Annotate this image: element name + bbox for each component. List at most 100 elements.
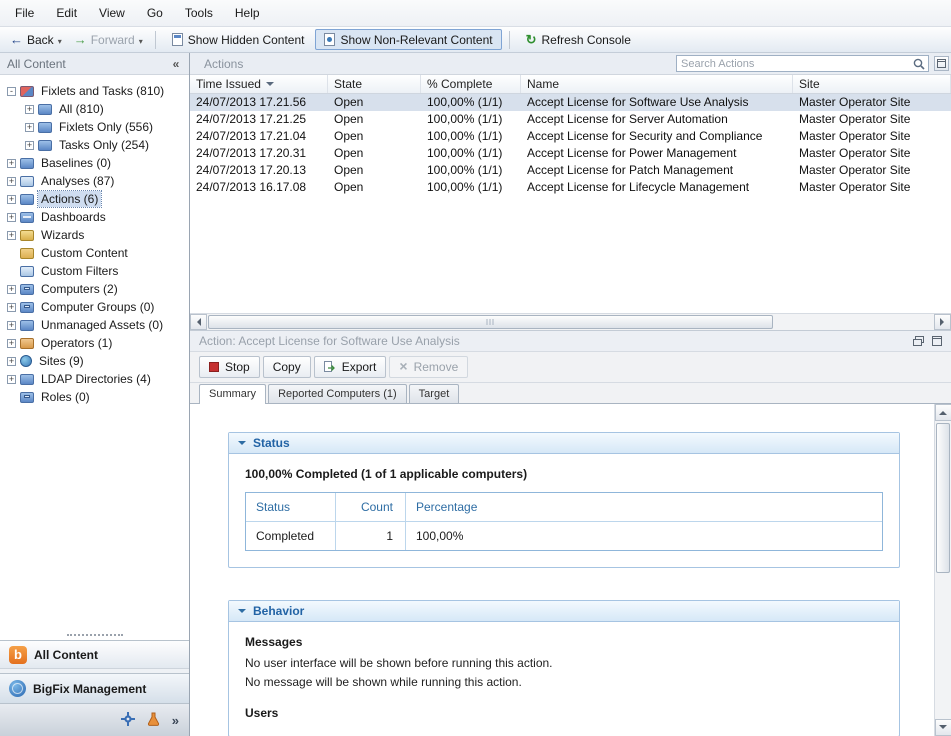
tree-item-wizards[interactable]: + Wizards — [0, 226, 189, 244]
action-row[interactable]: 24/07/2013 17.20.31 Open 100,00% (1/1) A… — [190, 145, 951, 162]
splitter-dots — [67, 634, 123, 636]
expander-icon[interactable]: + — [7, 375, 16, 384]
forward-dropdown-icon[interactable] — [139, 33, 143, 47]
menu-go[interactable]: Go — [136, 0, 174, 26]
action-row[interactable]: 24/07/2013 17.21.25 Open 100,00% (1/1) A… — [190, 111, 951, 128]
nav-all-content-button[interactable]: b All Content — [0, 640, 189, 668]
action-row[interactable]: 24/07/2013 17.20.13 Open 100,00% (1/1) A… — [190, 162, 951, 179]
tree-item-actions[interactable]: + Actions (6) — [0, 190, 189, 208]
column-label: Name — [527, 77, 559, 91]
tree-item-computers[interactable]: + Computers (2) — [0, 280, 189, 298]
action-row[interactable]: 24/07/2013 16.17.08 Open 100,00% (1/1) A… — [190, 179, 951, 196]
percentage-col-header: Percentage — [406, 493, 882, 522]
collapse-sidebar-button[interactable] — [167, 57, 185, 71]
custom-filters-icon — [20, 266, 34, 277]
expander-icon[interactable]: + — [7, 321, 16, 330]
refresh-console-button[interactable]: ↻ Refresh Console — [517, 29, 640, 50]
menu-tools[interactable]: Tools — [174, 0, 224, 26]
expander-icon[interactable]: + — [7, 159, 16, 168]
export-button[interactable]: Export — [314, 356, 387, 378]
menu-view[interactable]: View — [88, 0, 136, 26]
list-empty-area — [190, 196, 951, 313]
show-non-relevant-content-button[interactable]: Show Non-Relevant Content — [315, 29, 501, 50]
search-input[interactable] — [677, 58, 912, 70]
expander-icon[interactable]: + — [7, 357, 16, 366]
show-hidden-content-button[interactable]: Show Hidden Content — [163, 29, 314, 50]
menu-help[interactable]: Help — [224, 0, 271, 26]
expander-icon[interactable]: + — [7, 303, 16, 312]
tree-item-roles[interactable]: Roles (0) — [0, 388, 189, 406]
float-panel-button[interactable] — [910, 334, 926, 349]
expander-icon[interactable] — [7, 267, 16, 276]
maximize-detail-panel-button[interactable] — [929, 334, 945, 349]
tree-item-fixlets-only[interactable]: + Fixlets Only (556) — [0, 118, 189, 136]
tab-reported-computers[interactable]: Reported Computers (1) — [268, 384, 407, 403]
actions-icon — [20, 194, 34, 205]
stop-button[interactable]: Stop — [199, 356, 260, 378]
tree-item-analyses[interactable]: + Analyses (87) — [0, 172, 189, 190]
remove-button[interactable]: Remove — [389, 356, 468, 378]
tree-item-custom-filters[interactable]: Custom Filters — [0, 262, 189, 280]
column-header-complete[interactable]: % Complete — [421, 75, 521, 93]
expander-icon[interactable]: + — [25, 141, 34, 150]
tree-item-unmanaged-assets[interactable]: + Unmanaged Assets (0) — [0, 316, 189, 334]
tree-item-fixlets-and-tasks[interactable]: - Fixlets and Tasks (810) — [0, 82, 189, 100]
nav-bigfix-management-button[interactable]: BigFix Management — [0, 673, 189, 703]
tab-target[interactable]: Target — [409, 384, 460, 403]
status-section-header[interactable]: Status — [229, 433, 899, 454]
tree-item-label: Fixlets Only (556) — [56, 119, 156, 135]
copy-button[interactable]: Copy — [263, 356, 311, 378]
expander-icon[interactable]: + — [7, 177, 16, 186]
back-button[interactable]: Back — [5, 30, 67, 49]
hidden-content-icon — [172, 33, 183, 46]
tree-item-sites[interactable]: + Sites (9) — [0, 352, 189, 370]
expander-icon[interactable]: + — [7, 285, 16, 294]
action-row[interactable]: 24/07/2013 17.21.04 Open 100,00% (1/1) A… — [190, 128, 951, 145]
column-header-state[interactable]: State — [328, 75, 421, 93]
back-dropdown-icon[interactable] — [58, 33, 62, 47]
scroll-left-button[interactable] — [190, 314, 207, 330]
sidebar-splitter-handle[interactable] — [0, 630, 189, 640]
lab-flask-button[interactable] — [147, 712, 160, 729]
tree-item-tasks-only[interactable]: + Tasks Only (254) — [0, 136, 189, 154]
scroll-up-button[interactable] — [935, 404, 951, 421]
tree-item-dashboards[interactable]: + Dashboards — [0, 208, 189, 226]
column-header-time-issued[interactable]: Time Issued — [190, 75, 328, 93]
tree-item-baselines[interactable]: + Baselines (0) — [0, 154, 189, 172]
expander-icon[interactable]: + — [7, 339, 16, 348]
expander-icon[interactable]: + — [25, 105, 34, 114]
expander-icon[interactable]: + — [7, 195, 16, 204]
scroll-right-button[interactable] — [934, 314, 951, 330]
scroll-down-button[interactable] — [935, 719, 951, 736]
list-panel-window-button[interactable] — [934, 56, 949, 71]
maximize-panel-icon — [937, 59, 946, 68]
tree-item-custom-content[interactable]: Custom Content — [0, 244, 189, 262]
expander-icon[interactable] — [7, 249, 16, 258]
action-row-selected[interactable]: 24/07/2013 17.21.56 Open 100,00% (1/1) A… — [190, 94, 951, 111]
forward-button[interactable]: Forward — [69, 30, 148, 49]
menu-file[interactable]: File — [4, 0, 45, 26]
tree-item-label: Actions (6) — [38, 191, 101, 207]
settings-gear-button[interactable] — [121, 712, 135, 729]
expander-icon[interactable]: + — [25, 123, 34, 132]
search-icon[interactable] — [912, 57, 926, 71]
tree-item-ldap-directories[interactable]: + LDAP Directories (4) — [0, 370, 189, 388]
vertical-scroll-thumb[interactable] — [936, 423, 950, 573]
all-icon — [38, 104, 52, 115]
column-header-site[interactable]: Site — [793, 75, 951, 93]
horizontal-scroll-thumb[interactable] — [208, 315, 773, 329]
toolbar: Back Forward Show Hidden Content Show No… — [0, 27, 951, 53]
tree-item-all[interactable]: + All (810) — [0, 100, 189, 118]
tree-item-operators[interactable]: + Operators (1) — [0, 334, 189, 352]
column-header-name[interactable]: Name — [521, 75, 793, 93]
tab-summary[interactable]: Summary — [199, 384, 266, 404]
cell-complete: 100,00% (1/1) — [421, 179, 521, 196]
expander-icon[interactable]: + — [7, 231, 16, 240]
expander-icon[interactable] — [7, 393, 16, 402]
expander-icon[interactable]: - — [7, 87, 16, 96]
tree-item-computer-groups[interactable]: + Computer Groups (0) — [0, 298, 189, 316]
behavior-section-header[interactable]: Behavior — [229, 601, 899, 622]
more-panels-button[interactable] — [172, 713, 179, 728]
menu-edit[interactable]: Edit — [45, 0, 88, 26]
expander-icon[interactable]: + — [7, 213, 16, 222]
